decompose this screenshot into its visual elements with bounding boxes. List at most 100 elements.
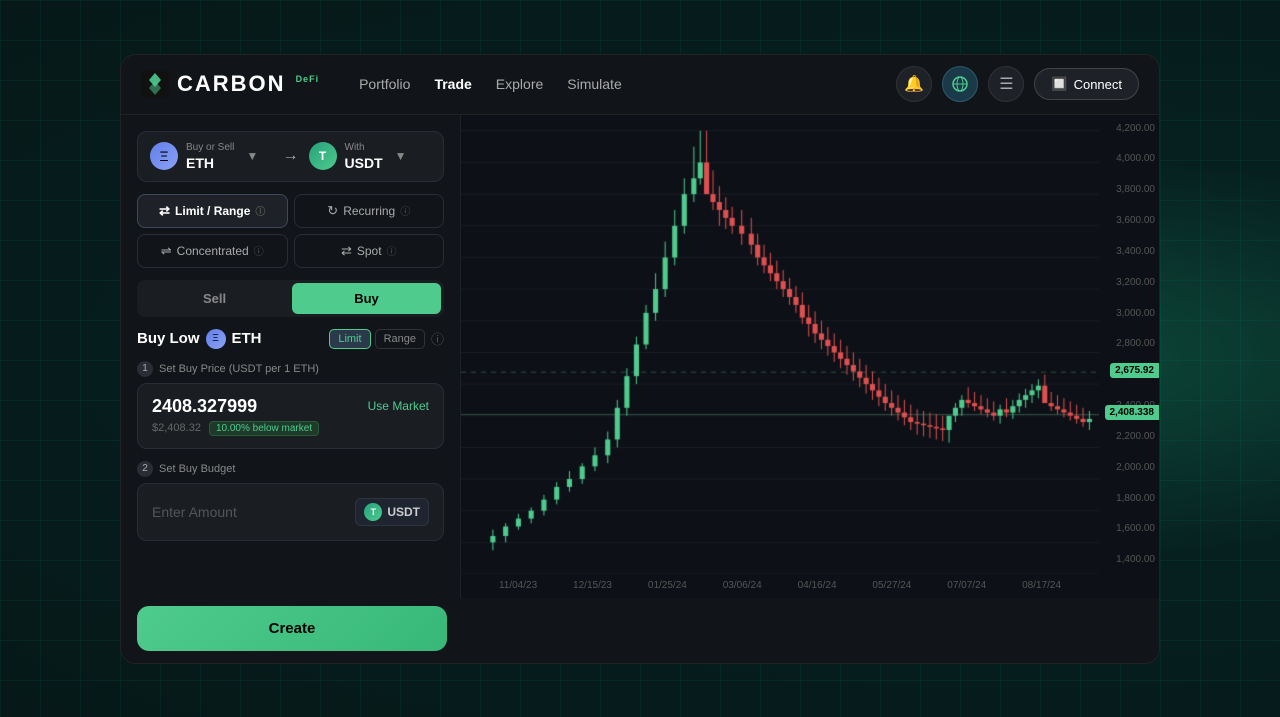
nav-simulate[interactable]: Simulate (567, 72, 621, 96)
price-marker-1: 2,675.92 (1110, 363, 1159, 378)
nav-right: 🔔 ☰ 🔲 Connect (896, 66, 1139, 102)
to-token-selector[interactable]: T With USDT ▼ (309, 142, 432, 171)
step1-label: 1 Set Buy Price (USDT per 1 ETH) (137, 361, 444, 377)
spot-info-icon: ⓘ (387, 243, 397, 258)
price-value: 2408.327999 (152, 396, 257, 417)
nav-trade[interactable]: Trade (434, 72, 471, 96)
to-token-chevron: ▼ (395, 149, 407, 163)
step1-num: 1 (137, 361, 153, 377)
limit-range-info-icon: ⓘ (255, 203, 265, 218)
limit-range-icon: ⇄ (159, 203, 170, 219)
x-label: 01/25/24 (648, 580, 687, 591)
y-label: 1,800.00 (1116, 493, 1155, 504)
navbar: CARBON DeFi Portfolio Trade Explore Simu… (121, 55, 1159, 115)
x-label: 07/07/24 (947, 580, 986, 591)
menu-button[interactable]: ☰ (988, 66, 1024, 102)
token-selector-row: Ξ Buy or Sell ETH ▼ → T With USDT ▼ (137, 131, 444, 182)
y-label: 3,600.00 (1116, 215, 1155, 226)
strategy-tabs: ⇄ Limit / Range ⓘ ↻ Recurring ⓘ ⇌ Concen… (137, 194, 444, 268)
from-token-chevron: ▼ (246, 149, 258, 163)
spot-label: Spot (357, 244, 382, 258)
step1-container: 1 Set Buy Price (USDT per 1 ETH) 2408.32… (137, 361, 444, 449)
x-label: 03/06/24 (723, 580, 762, 591)
x-axis: 11/04/23 12/15/23 01/25/24 03/06/24 04/16/24… (461, 574, 1099, 598)
notifications-button[interactable]: 🔔 (896, 66, 932, 102)
main-content: Ξ Buy or Sell ETH ▼ → T With USDT ▼ (121, 115, 1159, 598)
y-axis: 4,200.00 4,000.00 3,800.00 3,600.00 3,400.00… (1099, 115, 1159, 574)
buy-section-info-btn[interactable]: ⓘ (431, 329, 444, 348)
to-token-name: USDT (345, 155, 383, 171)
step2-text: Set Buy Budget (159, 463, 235, 475)
trade-tabs: Sell Buy (137, 280, 444, 317)
x-label: 12/15/23 (573, 580, 612, 591)
y-label: 4,200.00 (1116, 123, 1155, 134)
from-token-name: ETH (186, 155, 234, 171)
sell-tab[interactable]: Sell (140, 283, 289, 314)
usdt-icon: T (309, 142, 337, 170)
strategy-recurring[interactable]: ↻ Recurring ⓘ (294, 194, 445, 228)
recurring-info-icon: ⓘ (400, 203, 410, 218)
budget-input-box[interactable]: Enter Amount T USDT (137, 483, 444, 541)
recurring-icon: ↻ (327, 203, 338, 219)
buy-section-token: ETH (232, 330, 262, 347)
create-button[interactable]: Create (137, 606, 447, 651)
price-input-box[interactable]: 2408.327999 Use Market $2,408.32 10.00% … (137, 383, 444, 449)
price-row: 2408.327999 Use Market (152, 396, 429, 417)
x-label: 08/17/24 (1022, 580, 1061, 591)
price-sub: $2,408.32 10.00% below market (152, 421, 429, 436)
swap-arrow-icon: → (283, 147, 299, 165)
y-label: 3,000.00 (1116, 308, 1155, 319)
buy-section-header: Buy Low Ξ ETH Limit Range ⓘ (137, 329, 444, 349)
y-label: 4,000.00 (1116, 153, 1155, 164)
price-usd: $2,408.32 (152, 422, 201, 434)
with-label: With (345, 142, 383, 153)
y-label: 3,400.00 (1116, 246, 1155, 257)
spot-icon: ⇄ (341, 243, 352, 259)
buy-eth-icon: Ξ (206, 329, 226, 349)
strategy-limit-range[interactable]: ⇄ Limit / Range ⓘ (137, 194, 288, 228)
budget-placeholder: Enter Amount (152, 504, 237, 520)
limit-range-tab-group: Limit Range (329, 329, 425, 349)
strategy-spot[interactable]: ⇄ Spot ⓘ (294, 234, 445, 268)
y-label: 1,400.00 (1116, 554, 1155, 565)
step2-container: 2 Set Buy Budget Enter Amount T USDT (137, 461, 444, 541)
logo-defi: DeFi (296, 74, 320, 84)
x-label: 05/27/24 (872, 580, 911, 591)
buy-or-sell-label: Buy or Sell (186, 142, 234, 153)
step2-label: 2 Set Buy Budget (137, 461, 444, 477)
y-label: 3,800.00 (1116, 184, 1155, 195)
y-label: 3,200.00 (1116, 277, 1155, 288)
strategy-concentrated[interactable]: ⇌ Concentrated ⓘ (137, 234, 288, 268)
logo-area: CARBON DeFi (141, 70, 319, 98)
chart-area: 4,200.00 4,000.00 3,800.00 3,600.00 3,400.00… (461, 115, 1159, 598)
range-tab[interactable]: Range (375, 329, 425, 349)
y-label: 2,000.00 (1116, 462, 1155, 473)
connect-label: Connect (1074, 77, 1122, 92)
concentrated-icon: ⇌ (161, 243, 172, 259)
y-label: 2,800.00 (1116, 338, 1155, 349)
use-market-button[interactable]: Use Market (368, 399, 429, 413)
usdt-badge-icon: T (364, 503, 382, 521)
app-window: CARBON DeFi Portfolio Trade Explore Simu… (120, 54, 1160, 664)
wallet-icon: 🔲 (1051, 76, 1067, 92)
below-market-badge: 10.00% below market (209, 421, 319, 436)
buy-tab[interactable]: Buy (292, 283, 441, 314)
x-label: 04/16/24 (798, 580, 837, 591)
from-token-selector[interactable]: Ξ Buy or Sell ETH ▼ (150, 142, 273, 171)
nav-portfolio[interactable]: Portfolio (359, 72, 410, 96)
limit-tab[interactable]: Limit (329, 329, 370, 349)
y-label: 1,600.00 (1116, 523, 1155, 534)
create-btn-container: Create (121, 598, 1159, 663)
nav-links: Portfolio Trade Explore Simulate (359, 72, 622, 96)
step2-num: 2 (137, 461, 153, 477)
x-label: 11/04/23 (499, 580, 537, 591)
limit-range-label: Limit / Range (175, 204, 250, 218)
network-button[interactable] (942, 66, 978, 102)
usdt-badge-text: USDT (387, 505, 420, 519)
concentrated-info-icon: ⓘ (254, 243, 264, 258)
price-marker-2: 2,408.338 (1105, 405, 1160, 420)
connect-button[interactable]: 🔲 Connect (1034, 68, 1139, 100)
price-chart (461, 115, 1099, 574)
nav-explore[interactable]: Explore (496, 72, 543, 96)
left-panel: Ξ Buy or Sell ETH ▼ → T With USDT ▼ (121, 115, 461, 598)
